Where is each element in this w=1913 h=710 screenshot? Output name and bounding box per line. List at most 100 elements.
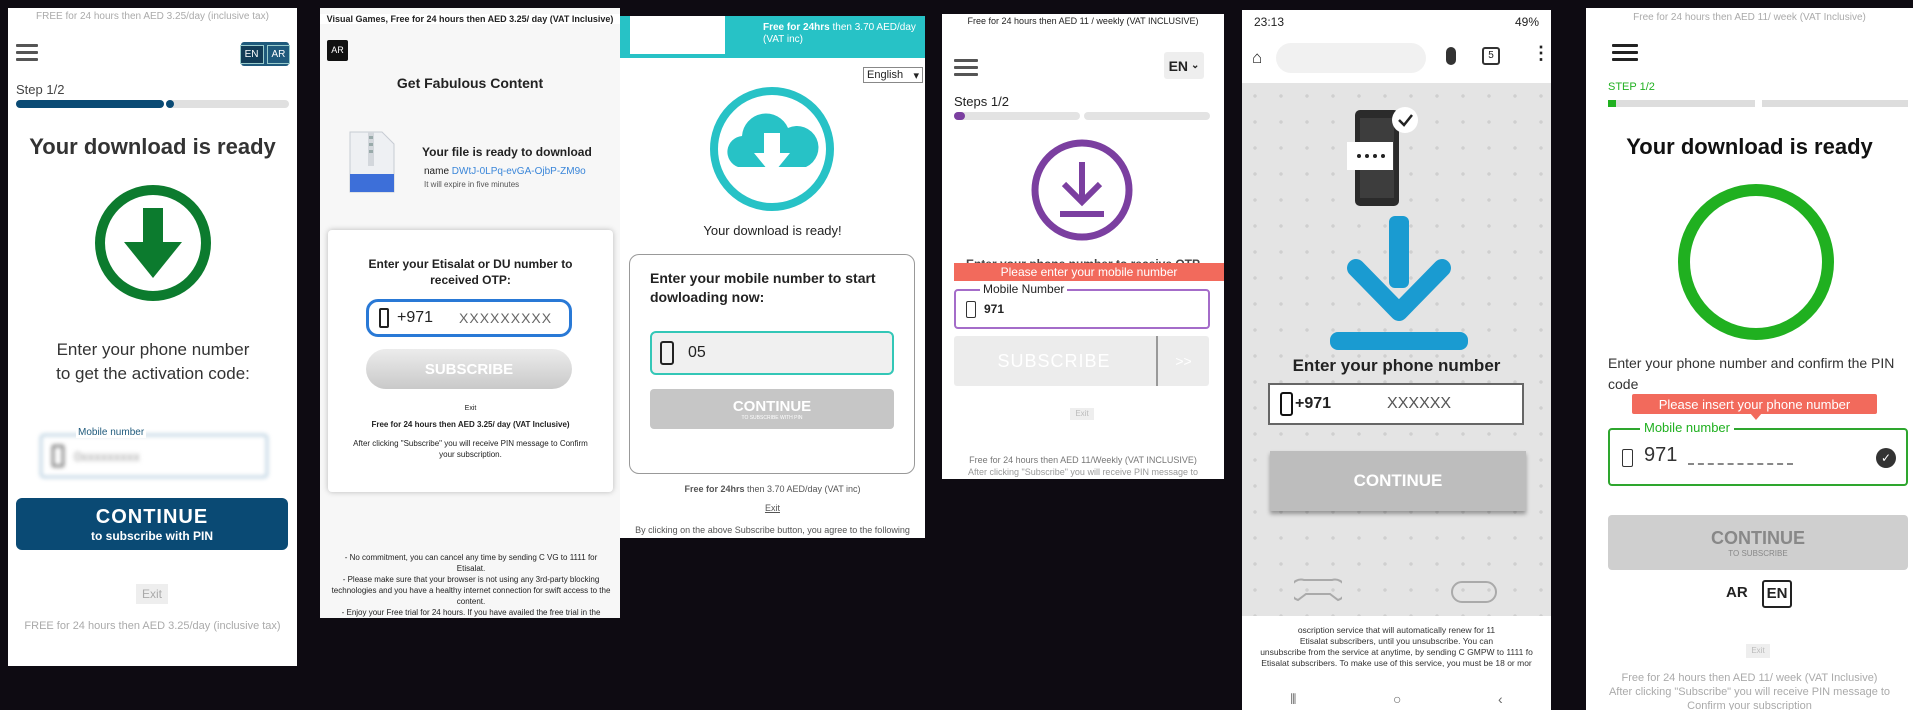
- menu-icon[interactable]: [16, 44, 38, 61]
- language-select[interactable]: English ▾: [863, 67, 923, 83]
- field-label: Mobile number: [76, 427, 147, 438]
- zip-file-icon: [349, 131, 395, 193]
- expire-note: It will expire in five minutes: [424, 180, 520, 189]
- exit-link[interactable]: Exit: [620, 503, 925, 513]
- phone-input[interactable]: +971 XXXXXX: [1268, 383, 1524, 425]
- lang-ar-button[interactable]: AR: [1726, 584, 1748, 601]
- step-indicator: Steps 1/2: [954, 94, 1009, 109]
- error-tooltip: Please enter your mobile number: [954, 263, 1224, 281]
- step-indicator: STEP 1/2: [1608, 81, 1655, 93]
- recents-icon[interactable]: ⦀: [1290, 691, 1296, 708]
- phone-input[interactable]: Mobile number 971 ✓: [1608, 420, 1908, 486]
- exit-link[interactable]: Exit: [136, 584, 168, 604]
- mic-icon[interactable]: [1446, 47, 1456, 65]
- price-text: Free for 24 hours then AED 11/ week (VAT…: [1621, 672, 1878, 684]
- otp-card: Enter your Etisalat or DU number to rece…: [328, 230, 613, 492]
- panel-6-landing: Free for 24 hours then AED 11/ week (VAT…: [1586, 8, 1913, 710]
- cloud-download-icon: [710, 87, 834, 211]
- panel-5-mobile-screenshot: 23:13 49% ⌂ 5 ⋮ Enter your phone number …: [1242, 10, 1551, 710]
- menu-icon[interactable]: [1612, 44, 1638, 61]
- exit-link[interactable]: Exit: [328, 405, 613, 412]
- file-name: DWtJ-0LPq-evGA-OjbP-ZM9o: [451, 166, 586, 177]
- gamepad-icon: [1294, 578, 1342, 602]
- terms-section: oscription service that will automatical…: [1242, 616, 1551, 710]
- progress-step-1: [1608, 100, 1755, 107]
- step-indicator: Step 1/2: [16, 82, 65, 97]
- price-banner: Free for 24 hours then AED 11 / weekly (…: [967, 16, 1199, 26]
- price-footer: FREE for 24 hours then AED 3.25/day (inc…: [24, 620, 281, 632]
- confirm-note: Confirm your subscription: [1687, 700, 1812, 710]
- file-name-label: name: [424, 166, 450, 177]
- pin-note: After clicking "Subscribe" you will rece…: [353, 439, 588, 459]
- header-bar: Free for 24hrs then 3.70 AED/day (VAT in…: [620, 16, 925, 58]
- url-bar[interactable]: [1276, 43, 1426, 73]
- error-tooltip: Please insert your phone number: [1632, 394, 1877, 414]
- phone-icon: [1280, 392, 1293, 416]
- menu-icon[interactable]: [954, 59, 978, 76]
- gamepad-icon: [1451, 581, 1497, 603]
- continue-button[interactable]: CONTINUE to subscribe with PIN: [16, 498, 288, 550]
- otp-prompt: Enter your Etisalat or DU number to rece…: [368, 257, 573, 287]
- phone-check-icon: [1347, 107, 1418, 206]
- page-title: Your download is ready: [1626, 134, 1873, 159]
- phone-input[interactable]: Mobile Number 971: [954, 282, 1210, 329]
- lang-ar-button[interactable]: AR: [327, 40, 348, 61]
- price-banner: Visual Games, Free for 24 hours then AED…: [320, 14, 620, 24]
- phone-card: Enter your mobile number to start dowloa…: [629, 254, 915, 474]
- status-bar: 23:13 49%: [1242, 10, 1551, 33]
- browser-toolbar: ⌂ 5 ⋮: [1242, 33, 1551, 83]
- lang-en-button[interactable]: EN: [239, 44, 264, 64]
- price-text: Free for 24 hours then AED 3.25/ day (VA…: [371, 420, 570, 429]
- subscribe-button[interactable]: SUBSCRIBE: [954, 336, 1154, 386]
- exit-link[interactable]: Exit: [1070, 408, 1094, 420]
- next-button[interactable]: >>: [1158, 336, 1209, 386]
- continue-button[interactable]: CONTINUE: [1270, 451, 1526, 511]
- battery-level: 49%: [1514, 14, 1539, 29]
- subscribe-button[interactable]: SUBSCRIBE: [366, 349, 572, 389]
- phone-icon: [966, 301, 976, 318]
- price-text: Free for 24hrs then 3.70 AED/day (VAT in…: [684, 484, 861, 494]
- phone-icon: [1622, 449, 1633, 467]
- progress-step-1: [16, 100, 164, 108]
- subscribe-bar: SUBSCRIBE >>: [954, 336, 1209, 386]
- continue-button[interactable]: CONTINUE TO SUBSCRIBE: [1608, 515, 1908, 570]
- brand-logo: [630, 16, 725, 54]
- exit-link[interactable]: Exit: [1746, 644, 1770, 658]
- price-banner: Free for 24hrs then 3.70 AED/day (VAT in…: [763, 22, 916, 45]
- phone-icon: [52, 445, 64, 467]
- nav-bar: ⦀ ○ ‹: [1242, 688, 1551, 710]
- language-select[interactable]: EN ⌄: [1164, 52, 1204, 79]
- download-ready-text: Your download is ready!: [703, 223, 842, 238]
- pin-note: After clicking "Subscribe" you will rece…: [1608, 686, 1891, 698]
- download-icon: [1031, 139, 1133, 241]
- file-ready-text: Your file is ready to download: [422, 145, 592, 159]
- language-toggle[interactable]: EN AR: [239, 42, 291, 66]
- phone-input[interactable]: +971 XXXXXXXXX: [366, 299, 572, 337]
- phone-input[interactable]: 05: [650, 331, 894, 375]
- lang-ar-button[interactable]: AR: [266, 44, 291, 64]
- progress-step-2: [1762, 100, 1908, 107]
- price-banner: FREE for 24 hours then AED 3.25/day (inc…: [36, 11, 269, 22]
- chevron-down-icon: ▾: [913, 69, 919, 82]
- phone-input[interactable]: 0xxxxxxxxx: [40, 434, 268, 478]
- panel-1-landing: FREE for 24 hours then AED 3.25/day (inc…: [8, 8, 297, 666]
- phone-prompt: Enter your phone number to get the activ…: [56, 340, 250, 383]
- lang-en-button[interactable]: EN: [1762, 580, 1792, 608]
- phone-prompt: Enter your mobile number to start dowloa…: [650, 270, 876, 305]
- field-label: Mobile Number: [980, 282, 1068, 296]
- more-menu-icon[interactable]: ⋮: [1532, 43, 1550, 64]
- check-icon: ✓: [1876, 448, 1896, 468]
- pin-note: After clicking "Subscribe" you will rece…: [968, 467, 1198, 477]
- panel-2-landing: Visual Games, Free for 24 hours then AED…: [320, 8, 620, 618]
- progress-step-2: [166, 100, 289, 108]
- home-nav-icon[interactable]: ○: [1393, 691, 1401, 707]
- terms-text: By clicking on the above Subscribe butto…: [635, 525, 910, 535]
- phone-icon: [379, 308, 389, 328]
- terms-text: - No commitment, you can cancel any time…: [331, 553, 611, 617]
- tabs-count[interactable]: 5: [1482, 47, 1500, 65]
- home-icon[interactable]: ⌂: [1252, 48, 1262, 68]
- continue-button[interactable]: CONTINUE TO SUBSCRIBE WITH PIN: [650, 389, 894, 429]
- back-icon[interactable]: ‹: [1498, 691, 1503, 707]
- phone-prompt: Enter your phone number and confirm the …: [1608, 355, 1895, 392]
- download-icon: [95, 185, 211, 301]
